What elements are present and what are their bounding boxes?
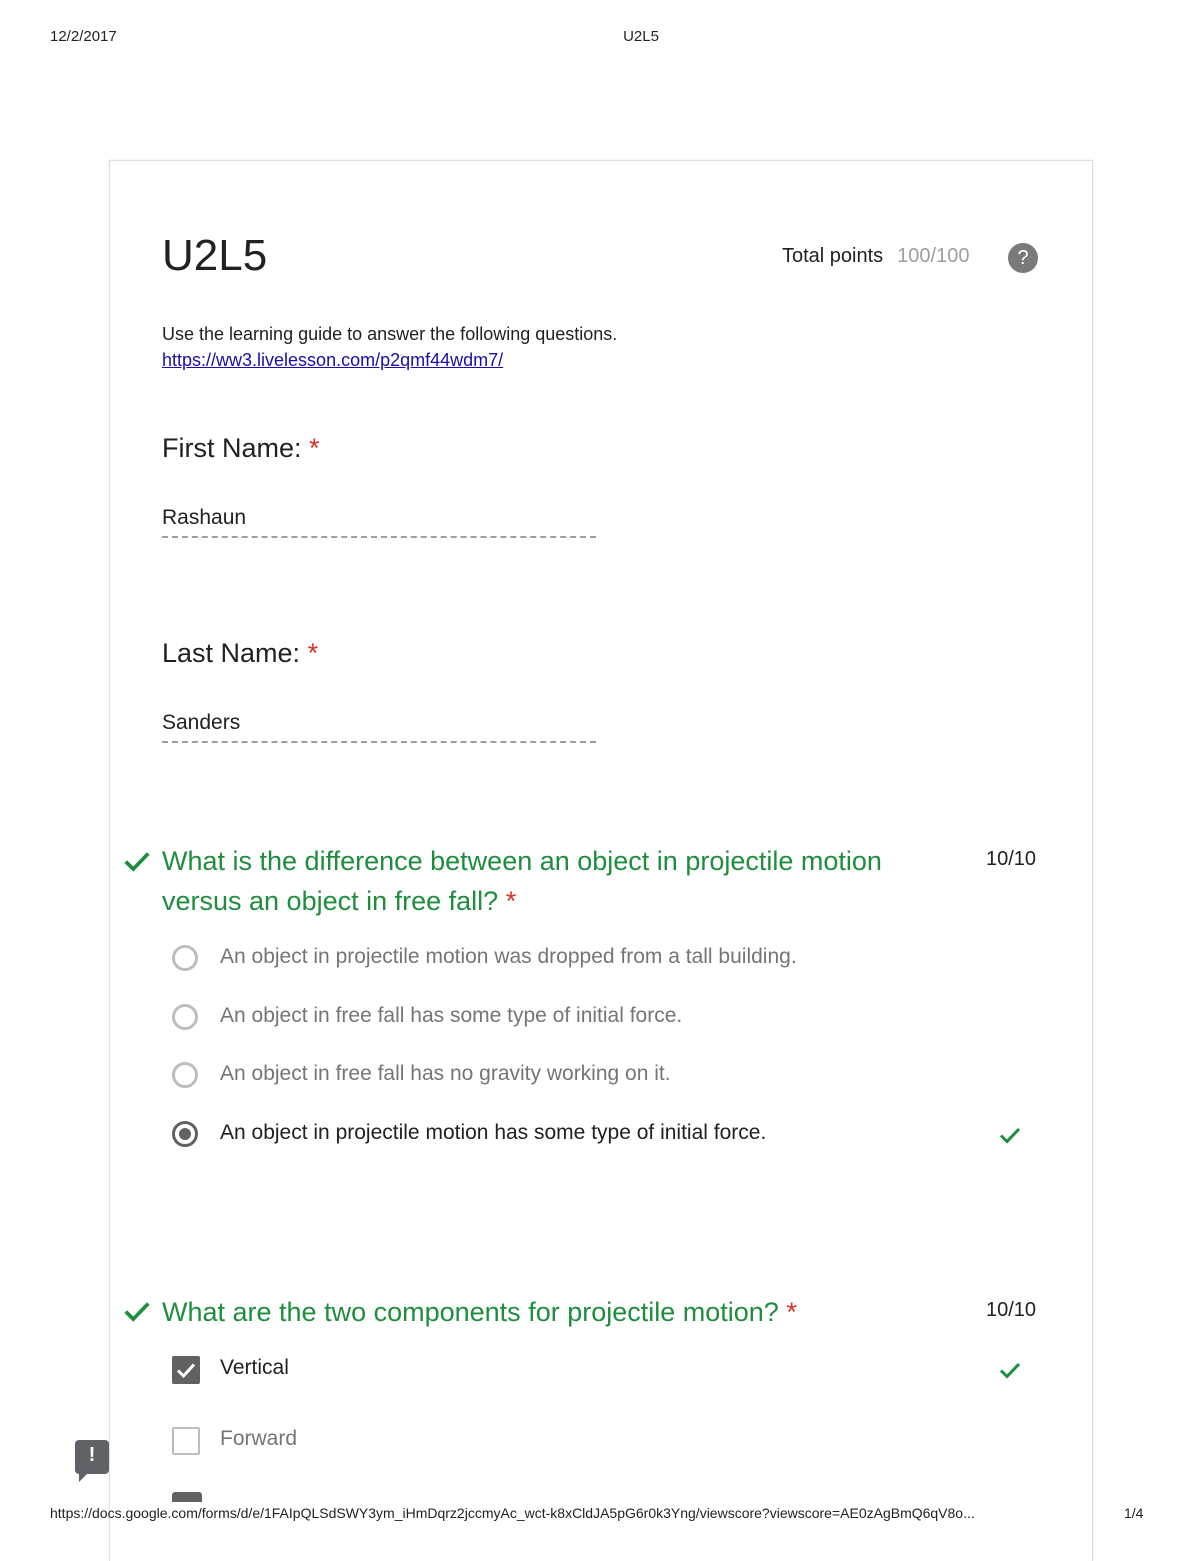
- option-label: Vertical: [220, 1356, 289, 1379]
- question-1-title: What is the difference between an object…: [162, 841, 962, 921]
- question-1-text: What is the difference between an object…: [162, 846, 882, 916]
- radio-button[interactable]: [172, 1004, 198, 1030]
- total-points-label: Total points: [782, 245, 884, 267]
- option-label: An object in free fall has some type of …: [220, 1004, 683, 1027]
- first-name-label: First Name: *: [162, 433, 320, 464]
- question-2-score: 10/10: [986, 1299, 1037, 1321]
- total-points: Total points 100/100: [782, 245, 969, 268]
- radio-button[interactable]: [172, 945, 198, 971]
- question-2-option-2[interactable]: Forward: [172, 1427, 1032, 1461]
- option-label: An object in projectile motion has some …: [220, 1121, 767, 1144]
- form-description: Use the learning guide to answer the fol…: [162, 324, 618, 344]
- check-icon: [999, 1362, 1021, 1379]
- question-2-title: What are the two components for projecti…: [162, 1292, 962, 1332]
- option-label: An object in free fall has no gravity wo…: [220, 1062, 671, 1085]
- last-name-field[interactable]: Sanders: [162, 711, 596, 743]
- radio-button[interactable]: [172, 1062, 198, 1088]
- checkbox-checked[interactable]: [172, 1356, 200, 1384]
- radio-button-selected[interactable]: [172, 1121, 198, 1147]
- option-label: Forward: [220, 1427, 298, 1450]
- last-name-label-text: Last Name:: [162, 638, 301, 668]
- question-1-score: 10/10: [986, 848, 1037, 870]
- print-page-number: 1/4: [1124, 1505, 1144, 1521]
- last-name-label: Last Name: *: [162, 638, 318, 669]
- form-card: U2L5 Total points 100/100 ? Use the learn…: [109, 160, 1093, 1561]
- print-title: U2L5: [623, 28, 659, 45]
- print-header: 12/2/2017 U2L5: [0, 28, 1200, 48]
- first-name-field[interactable]: Rashaun: [162, 506, 596, 538]
- check-icon: [124, 852, 150, 872]
- form-title: U2L5: [162, 231, 268, 280]
- print-footer: https://docs.google.com/forms/d/e/1FAIpQ…: [0, 1505, 1200, 1525]
- learning-guide-link[interactable]: https://ww3.livelesson.com/p2qmf44wdm7/: [162, 350, 503, 371]
- checkbox-partial[interactable]: [172, 1492, 202, 1502]
- help-icon[interactable]: ?: [1008, 243, 1038, 273]
- check-icon: [999, 1127, 1021, 1144]
- checkbox[interactable]: [172, 1427, 200, 1455]
- option-label: An object in projectile motion was dropp…: [220, 945, 797, 968]
- required-asterisk: *: [786, 1297, 797, 1327]
- first-name-label-text: First Name:: [162, 433, 302, 463]
- check-icon: [124, 1302, 150, 1322]
- question-2-text: What are the two components for projecti…: [162, 1297, 779, 1327]
- required-asterisk: *: [307, 638, 319, 668]
- feedback-icon[interactable]: !: [75, 1440, 109, 1482]
- question-2-option-1[interactable]: Vertical: [172, 1356, 1032, 1390]
- question-1-option-1[interactable]: An object in projectile motion was dropp…: [172, 945, 1032, 979]
- print-url: https://docs.google.com/forms/d/e/1FAIpQ…: [50, 1505, 975, 1521]
- question-1-option-2[interactable]: An object in free fall has some type of …: [172, 1004, 1032, 1038]
- required-asterisk: *: [309, 433, 320, 463]
- checkmark-icon: [176, 1363, 196, 1379]
- question-1-option-3[interactable]: An object in free fall has no gravity wo…: [172, 1062, 1032, 1096]
- total-points-value: 100/100: [897, 245, 970, 267]
- question-1-option-4[interactable]: An object in projectile motion has some …: [172, 1121, 1032, 1155]
- required-asterisk: *: [505, 886, 517, 916]
